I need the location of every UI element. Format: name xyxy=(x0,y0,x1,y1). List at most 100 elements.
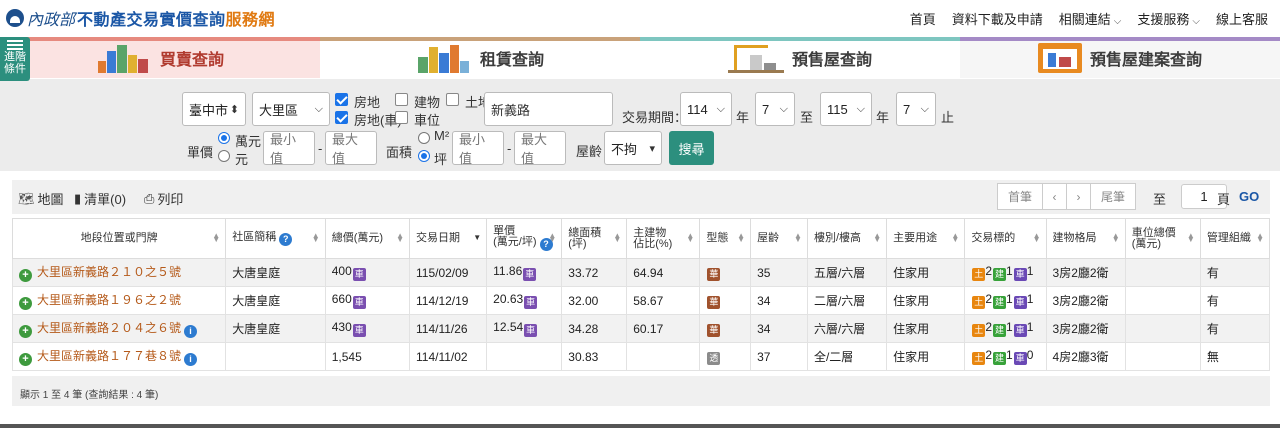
print-button[interactable]: ⎙ 列印 xyxy=(144,189,183,208)
keyword-input[interactable]: 新義路 xyxy=(484,92,613,126)
sort-icon[interactable]: ▲ ▼ xyxy=(951,232,959,244)
cell-age: 35 xyxy=(750,258,808,287)
to-month-select[interactable]: 7 ⌵ xyxy=(896,92,936,126)
expand-plus-icon[interactable]: + xyxy=(19,297,32,310)
sort-icon[interactable]: ▲ ▼ xyxy=(794,232,802,244)
advanced-filter-button[interactable]: 進階 條件 xyxy=(0,37,30,81)
expand-plus-icon[interactable]: + xyxy=(19,353,32,366)
expand-plus-icon[interactable]: + xyxy=(19,269,32,282)
parking-tag-icon: 車 xyxy=(352,324,366,337)
info-icon[interactable]: i xyxy=(184,325,198,338)
column-header[interactable]: 單價 (萬元/坪)? ▲ ▼ xyxy=(486,218,563,259)
cell-address: + 大里區新義路１７７巷８號 i xyxy=(11,342,227,371)
district-select[interactable]: 大里區 ⌵ xyxy=(252,92,330,126)
column-header-label: 社區簡稱 xyxy=(232,230,277,243)
sort-icon[interactable]: ▼ xyxy=(473,234,481,242)
sort-icon[interactable]: ▲ ▼ xyxy=(737,232,745,244)
first-page-button[interactable]: 首筆 xyxy=(997,183,1043,210)
sort-icon[interactable]: ▲ ▼ xyxy=(212,232,220,244)
address-link[interactable]: 大里區新義路１９６之２號 xyxy=(37,293,181,307)
age-text: 34 xyxy=(757,321,771,336)
address-link[interactable]: 大里區新義路２１０之５號 xyxy=(37,265,181,279)
site-logo[interactable]: 內政部 不動產交易實價查詢服務網 xyxy=(6,7,275,29)
prev-page-button[interactable]: ‹ xyxy=(1042,183,1067,210)
list-button[interactable]: ▮ 清單(0) xyxy=(74,189,126,208)
from-year-select[interactable]: 114 ⌵ xyxy=(680,92,732,126)
cell-parking-price xyxy=(1124,342,1201,371)
column-header[interactable]: 屋齡 ▲ ▼ xyxy=(750,218,808,259)
column-header[interactable]: 主建物 佔比(%) ▲ ▼ xyxy=(626,218,701,259)
help-icon[interactable]: ? xyxy=(279,232,293,246)
chevron-down-icon: ⌵ xyxy=(856,102,865,115)
cell-parking-price xyxy=(1124,314,1201,343)
price-min-input[interactable]: 最小值 xyxy=(263,131,315,166)
go-button[interactable]: GO xyxy=(1239,189,1259,204)
table-row[interactable]: + 大里區新義路１７７巷８號 i 1,545 114/11/02 30.83 透 37 全/二層… xyxy=(11,342,1271,371)
tab-presale-label: 預售屋查詢 xyxy=(791,51,872,69)
radio-unit-wan[interactable] xyxy=(218,132,230,144)
sort-icon[interactable]: ▲ ▼ xyxy=(873,232,881,244)
next-page-button[interactable]: › xyxy=(1066,183,1091,210)
column-header[interactable]: 型態 ▲ ▼ xyxy=(699,218,752,259)
expand-plus-icon[interactable]: + xyxy=(19,325,32,338)
column-header[interactable]: 建物格局 ▲ ▼ xyxy=(1045,218,1126,259)
sort-icon[interactable]: ▲ ▼ xyxy=(1033,232,1041,244)
nav-links[interactable]: 相關連結 ⌵ xyxy=(1059,9,1122,28)
to-year-select[interactable]: 115 ⌵ xyxy=(820,92,872,126)
sort-icon[interactable]: ▲ ▼ xyxy=(1187,232,1195,244)
column-header[interactable]: 樓別/樓高 ▲ ▼ xyxy=(806,218,888,259)
search-button[interactable]: 搜尋 xyxy=(669,131,714,165)
checkbox-house-land[interactable] xyxy=(335,93,348,106)
sort-icon[interactable]: ▲ ▼ xyxy=(1112,232,1120,244)
checkbox-building[interactable] xyxy=(395,93,408,106)
tab-presale-project-query[interactable]: 預售屋建案查詢 xyxy=(960,37,1280,78)
table-row[interactable]: + 大里區新義路２１０之５號 大唐皇庭 400 車 115/02/09 11.86 車 33.7… xyxy=(11,258,1271,287)
sort-icon[interactable]: ▲ ▼ xyxy=(686,232,694,244)
radio-unit-yuan[interactable] xyxy=(218,150,230,162)
sort-icon[interactable]: ▲ ▼ xyxy=(396,232,404,244)
table-row[interactable]: + 大里區新義路２０４之６號 i 大唐皇庭 430 車 114/11/26 12.54 車 34.… xyxy=(11,314,1271,343)
info-icon[interactable]: i xyxy=(184,353,198,366)
nav-home[interactable]: 首頁 xyxy=(910,9,936,28)
column-header[interactable]: 總面積 (坪) ▲ ▼ xyxy=(561,218,628,259)
tab-sales-query[interactable]: 買賣查詢 xyxy=(0,37,320,78)
sort-icon[interactable]: ▲ ▼ xyxy=(613,232,621,244)
column-header[interactable]: 管理組織 ▲ ▼ xyxy=(1199,218,1271,259)
tab-presale-query[interactable]: 預售屋查詢 xyxy=(640,37,960,78)
checkbox-parking[interactable] xyxy=(395,111,408,124)
column-header[interactable]: 社區簡稱? ▲ ▼ xyxy=(225,218,326,259)
cell-ratio: 64.94 xyxy=(626,258,701,287)
checkbox-land[interactable] xyxy=(446,93,459,106)
area-max-input[interactable]: 最大值 xyxy=(514,131,566,166)
radio-unit-ping[interactable] xyxy=(418,150,430,162)
sort-icon[interactable]: ▲ ▼ xyxy=(1256,232,1264,244)
tab-rental-query[interactable]: 租賃查詢 xyxy=(320,37,640,78)
column-header[interactable]: 主要用途 ▲ ▼ xyxy=(886,218,966,259)
column-header[interactable]: 地段位置或門牌 ▲ ▼ xyxy=(11,218,227,259)
city-select[interactable]: 臺中市 ⬍ xyxy=(182,92,246,126)
age-select[interactable]: 不拘 ▾ xyxy=(604,131,662,165)
address-link[interactable]: 大里區新義路２０４之６號 xyxy=(37,321,181,335)
column-header[interactable]: 總價(萬元) ▲ ▼ xyxy=(324,218,410,259)
sort-icon[interactable]: ▲ ▼ xyxy=(548,232,556,244)
column-header[interactable]: 交易標的 ▲ ▼ xyxy=(964,218,1047,259)
nav-online-service[interactable]: 線上客服 xyxy=(1216,9,1268,28)
radio-unit-m2[interactable] xyxy=(418,132,430,144)
last-page-button[interactable]: 尾筆 xyxy=(1090,183,1136,210)
table-row[interactable]: + 大里區新義路１９６之２號 大唐皇庭 660 車 114/12/19 20.63 車 32.0… xyxy=(11,286,1271,315)
rental-buildings-icon xyxy=(416,43,472,73)
column-header[interactable]: 車位總價 (萬元) ▲ ▼ xyxy=(1124,218,1201,259)
from-month-select[interactable]: 7 ⌵ xyxy=(755,92,795,126)
sort-icon[interactable]: ▲ ▼ xyxy=(312,232,320,244)
area-min-input[interactable]: 最小值 xyxy=(452,131,504,166)
cell-total-price: 430 車 xyxy=(324,314,410,343)
nav-support[interactable]: 支援服務 ⌵ xyxy=(1137,9,1200,28)
first-label: 首筆 xyxy=(1007,190,1032,204)
checkbox-house-land-car[interactable] xyxy=(335,111,348,124)
sliders-icon xyxy=(7,40,23,50)
column-header[interactable]: 交易日期 ▼ xyxy=(408,218,488,259)
price-max-input[interactable]: 最大值 xyxy=(325,131,377,166)
address-link[interactable]: 大里區新義路１７７巷８號 xyxy=(37,349,181,363)
map-button[interactable]: 🗺 地圖 xyxy=(18,189,64,208)
nav-downloads[interactable]: 資料下載及申請 xyxy=(952,9,1043,28)
